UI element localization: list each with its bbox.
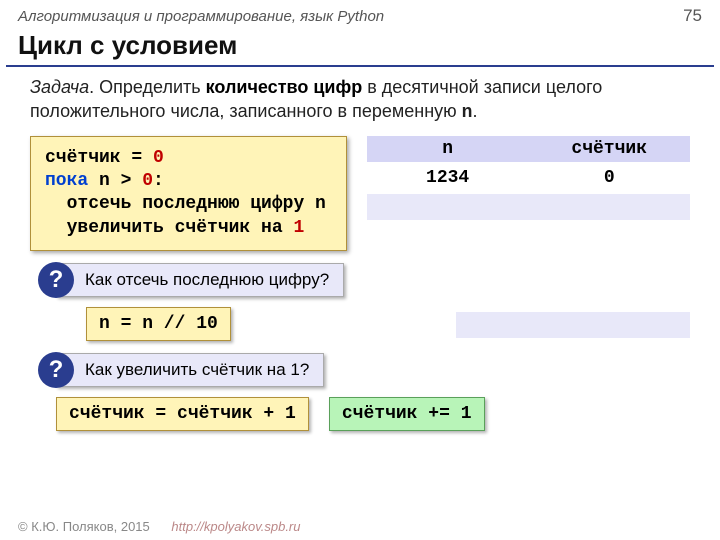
title-underline	[6, 65, 714, 67]
question-text: Как увеличить счётчик на 1?	[56, 353, 324, 387]
header-bar: Алгоритмизация и программирование, язык …	[0, 0, 720, 28]
footer: © К.Ю. Поляков, 2015 http://kpolyakov.sp…	[18, 519, 301, 534]
task-lead: Задача	[30, 77, 89, 97]
page-title: Цикл с условием	[0, 28, 720, 65]
page-number: 75	[683, 6, 702, 26]
question-2: ? Как увеличить счётчик на 1?	[56, 353, 720, 387]
col-counter: счётчик	[528, 136, 690, 162]
code-snippet: счётчик = счётчик + 1	[56, 397, 309, 431]
question-text: Как отсечь последнюю цифру?	[56, 263, 344, 297]
col-n: n	[367, 136, 529, 162]
table-header: n счётчик	[367, 136, 690, 162]
course-title: Алгоритмизация и программирование, язык …	[18, 8, 384, 25]
question-icon: ?	[38, 262, 74, 298]
task-bold: количество цифр	[206, 77, 363, 97]
task-text: Задача. Определить количество цифр в дес…	[0, 75, 720, 136]
table-row	[367, 194, 690, 220]
copyright: © К.Ю. Поляков, 2015	[18, 519, 150, 534]
task-variable: n	[462, 103, 473, 123]
question-icon: ?	[38, 352, 74, 388]
content-row: счётчик = 0 пока n > 0: отсечь последнюю…	[0, 136, 720, 252]
bottom-row: счётчик = счётчик + 1 счётчик += 1	[56, 397, 720, 431]
code-snippet-alt: счётчик += 1	[329, 397, 485, 431]
footer-url: http://kpolyakov.spb.ru	[171, 519, 300, 534]
question-1: ? Как отсечь последнюю цифру?	[56, 263, 720, 297]
side-lavender-bar	[456, 312, 690, 338]
code-snippet: n = n // 10	[86, 307, 231, 341]
answer-1: n = n // 10	[86, 307, 231, 341]
table-row: 1234 0	[367, 165, 690, 191]
pseudocode-box: счётчик = 0 пока n > 0: отсечь последнюю…	[30, 136, 347, 252]
trace-table: n счётчик 1234 0	[367, 136, 690, 220]
